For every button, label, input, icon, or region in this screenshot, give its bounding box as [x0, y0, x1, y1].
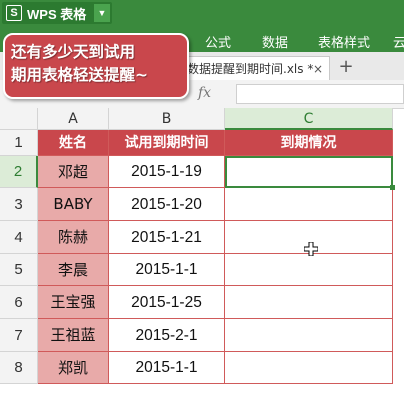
cell-status[interactable]	[225, 352, 393, 384]
row-header-3[interactable]: 3	[0, 188, 38, 221]
crosshair-cursor-icon	[304, 242, 318, 256]
cell-name[interactable]: 邓超	[38, 156, 109, 188]
select-all-corner[interactable]	[0, 108, 38, 130]
chevron-down-icon[interactable]: ▼	[94, 4, 110, 22]
cell-name[interactable]: 郑凯	[38, 352, 109, 384]
cell-name[interactable]: 王祖蓝	[38, 319, 109, 352]
row-header-5[interactable]: 5	[0, 254, 38, 286]
document-tab[interactable]: 数据提醒到期时间.xls * ×	[178, 56, 330, 80]
header-cell-name[interactable]: 姓名	[38, 130, 109, 156]
cell-date[interactable]: 2015-2-1	[109, 319, 225, 352]
column-header-a[interactable]: A	[38, 108, 109, 130]
cell-status[interactable]	[225, 319, 393, 352]
row-header-8[interactable]: 8	[0, 352, 38, 384]
column-header-b[interactable]: B	[109, 108, 225, 130]
formula-input[interactable]	[236, 84, 404, 104]
promo-callout: 还有多少天到试用 期用表格轻送提醒~	[3, 33, 189, 99]
callout-line-2: 期用表格轻送提醒~	[11, 66, 148, 84]
cell-date[interactable]: 2015-1-1	[109, 254, 225, 286]
menu-data[interactable]: 数据	[262, 32, 288, 51]
document-tab-label: 数据提醒到期时间.xls *	[187, 62, 314, 76]
cell-name[interactable]: 李晨	[38, 254, 109, 286]
cell-name[interactable]: BABY	[38, 188, 109, 221]
row-header-2[interactable]: 2	[0, 156, 38, 188]
fill-handle[interactable]	[390, 185, 395, 190]
close-icon[interactable]: ×	[313, 57, 323, 81]
new-tab-button[interactable]: +	[334, 56, 358, 80]
cell-status[interactable]	[225, 188, 393, 221]
header-cell-status[interactable]: 到期情况	[225, 130, 393, 156]
fx-icon[interactable]: fx	[198, 85, 211, 101]
wps-logo-icon: S	[6, 5, 22, 21]
row-header-4[interactable]: 4	[0, 221, 38, 254]
app-name: WPS 表格	[27, 6, 87, 22]
cell-status[interactable]	[225, 254, 393, 286]
cell-date[interactable]: 2015-1-19	[109, 156, 225, 188]
cell-name[interactable]: 王宝强	[38, 286, 109, 319]
row-header-6[interactable]: 6	[0, 286, 38, 319]
cell-date[interactable]: 2015-1-1	[109, 352, 225, 384]
menu-formula[interactable]: 公式	[205, 32, 231, 51]
menu-cloud[interactable]: 云	[393, 32, 404, 51]
row-header-7[interactable]: 7	[0, 319, 38, 352]
row-header-1[interactable]: 1	[0, 130, 38, 156]
cell-date[interactable]: 2015-1-20	[109, 188, 225, 221]
cell-status[interactable]	[225, 286, 393, 319]
app-menu-button[interactable]: S WPS 表格 ▼	[2, 2, 112, 24]
cell-date[interactable]: 2015-1-21	[109, 221, 225, 254]
cell-date[interactable]: 2015-1-25	[109, 286, 225, 319]
header-cell-expiry[interactable]: 试用到期时间	[109, 130, 225, 156]
cell-name[interactable]: 陈赫	[38, 221, 109, 254]
active-cell-selection[interactable]	[225, 156, 393, 188]
menu-table-style[interactable]: 表格样式	[318, 32, 370, 51]
callout-line-1: 还有多少天到试用	[11, 43, 136, 61]
column-header-c[interactable]: C	[225, 108, 393, 130]
